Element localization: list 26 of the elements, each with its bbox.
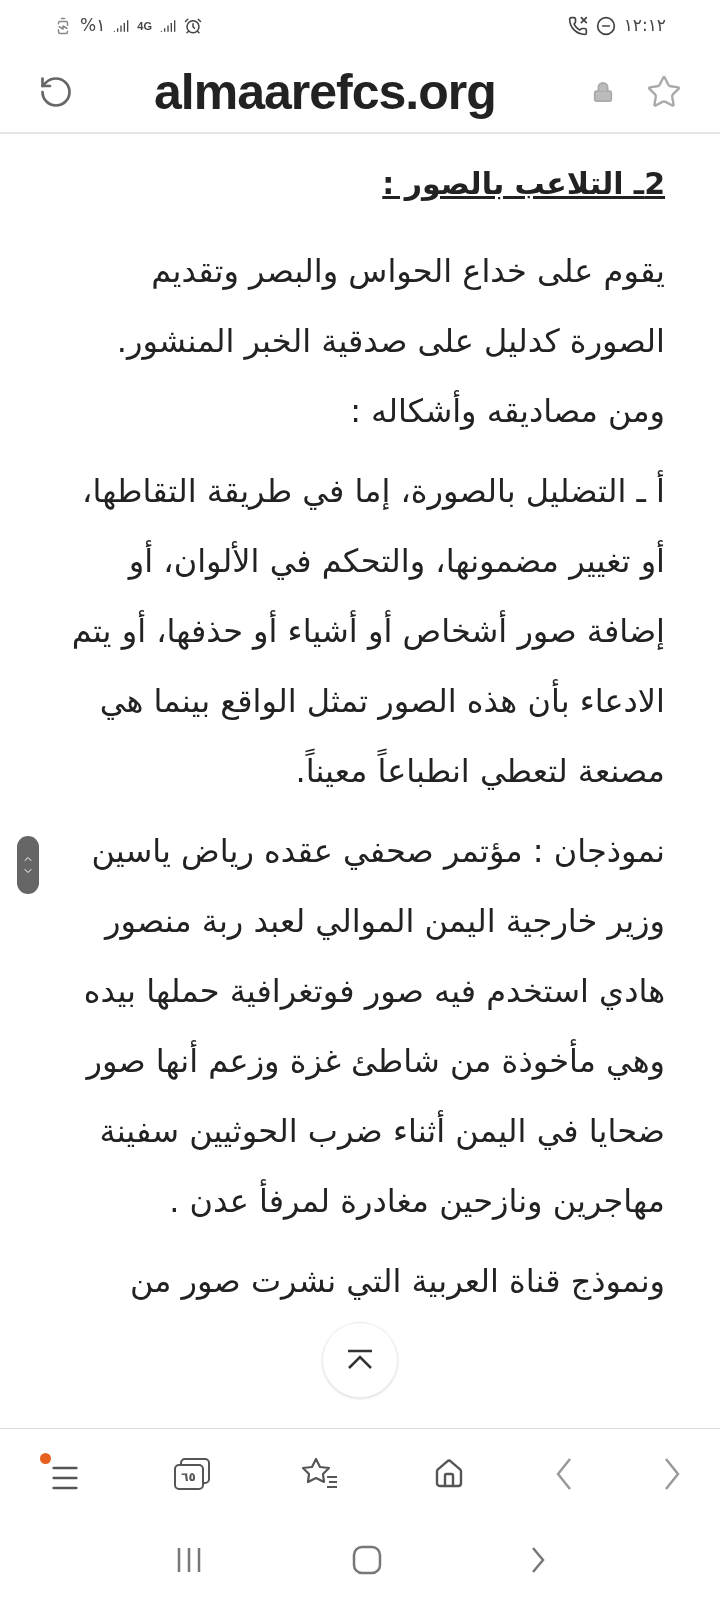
scroll-top-icon: [345, 1349, 375, 1371]
signal-icon: [113, 18, 130, 34]
chevron-right-icon: [663, 1458, 680, 1490]
site-domain[interactable]: almaarefcs.org: [154, 54, 496, 130]
clock: ١٢:١٢: [623, 14, 666, 38]
home-nav-button[interactable]: [352, 1544, 382, 1575]
paragraph: ونموذج قناة العربية التي نشرت صور من: [128, 1261, 665, 1302]
paragraph: أ ـ التضليل بالصورة، إما في طريقة التقاطها، أو تغيير مضمونها، والتحكم في الألوان، أو إضافة صور أشخاص أو أشياء أو حذفها، أو يتم الادعاء بأن هذه الصور تمثل الواقع بينما هي مصنعة لتعطي انطباعاً معيناً.: [70, 469, 665, 792]
chevron-left-icon: [556, 1458, 573, 1490]
paragraph: نموذجان : مؤتمر صحفي عقده رياض ياسين وزير خارجية اليمن الموالي لعبد ربة منصور هادي استخدم فيه صور فوتغرافية حملها بيده وهي مأخوذة من شاطئ غزة وزعم أنها صور ضحايا في اليمن أثناء ضرب الحوثيين سفينة مهاجرين ونازحين مغادرة لمرفأ عدن .: [82, 831, 665, 1222]
lock-icon: [592, 81, 614, 103]
network-type: 4G: [137, 20, 152, 32]
missed-call-icon: [567, 16, 588, 36]
battery-level: %١: [80, 14, 106, 38]
do-not-disturb-icon: [595, 16, 616, 36]
bookmark-star-button[interactable]: [646, 74, 682, 110]
back-button[interactable]: [556, 1458, 573, 1490]
reload-button[interactable]: [38, 74, 74, 110]
signal-icon: [160, 18, 176, 34]
alarm-icon: [184, 17, 202, 35]
paragraph: يقوم على خداع الحواس والبصر وتقديم الصورة كدليل على صدقية الخبر المنشور. ومن مصاديقه وأشكاله :: [115, 251, 665, 432]
forward-button[interactable]: [663, 1458, 680, 1490]
back-nav-button[interactable]: [531, 1546, 546, 1573]
fast-scroll-handle[interactable]: [17, 836, 39, 894]
chevron-right-icon: [531, 1546, 546, 1573]
section-heading: 2ـ التلاعب بالصور :: [381, 165, 665, 203]
